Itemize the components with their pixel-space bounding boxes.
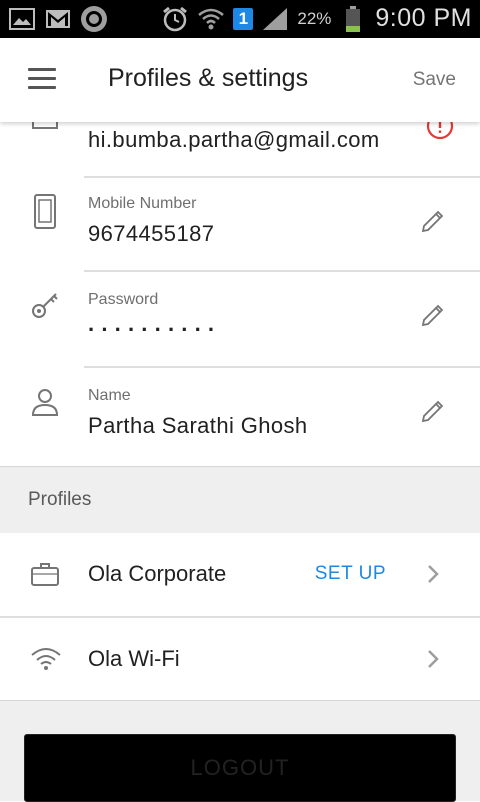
mobile-value: 9674455187 — [88, 221, 215, 246]
battery-icon — [339, 5, 367, 33]
chevron-right-icon — [426, 563, 440, 585]
phone-icon — [30, 194, 60, 229]
edit-name-icon[interactable] — [420, 398, 446, 424]
save-button[interactable]: Save — [413, 69, 456, 91]
edit-mobile-icon[interactable] — [420, 208, 446, 234]
gallery-icon — [8, 5, 36, 33]
name-row[interactable]: Name Partha Sarathi Ghosh — [0, 368, 480, 464]
app-bar: Profiles & settings Save — [0, 38, 480, 122]
setup-button[interactable]: SET UP — [315, 563, 386, 585]
password-row[interactable]: Password ·········· — [0, 272, 480, 366]
email-value: hi.bumba.partha@gmail.com — [88, 127, 380, 152]
status-time: 9:00 PM — [375, 4, 472, 32]
profiles-section-header: Profiles — [0, 466, 480, 534]
signal-icon — [261, 5, 289, 33]
gmail-icon — [44, 5, 72, 33]
alarm-icon — [161, 5, 189, 33]
notification-badge: 1 — [233, 7, 254, 30]
wifi-icon — [30, 646, 61, 674]
name-label: Name — [88, 387, 131, 404]
logout-button[interactable]: LOGOUT — [24, 734, 456, 802]
name-value: Partha Sarathi Ghosh — [88, 413, 308, 438]
wifi-status-icon — [197, 5, 225, 33]
profile-item-ola-wifi[interactable]: Ola Wi-Fi — [0, 618, 480, 701]
profile-item-ola-corporate[interactable]: Ola Corporate SET UP — [0, 533, 480, 616]
battery-percent: 22% — [297, 8, 332, 28]
password-value: ·········· — [88, 317, 222, 342]
key-icon — [30, 290, 60, 320]
password-label: Password — [88, 291, 159, 308]
app-circle-icon — [80, 5, 108, 33]
page-title: Profiles & settings — [108, 64, 309, 92]
menu-icon[interactable] — [28, 68, 56, 92]
profiles-header-label: Profiles — [28, 489, 92, 510]
person-icon — [30, 388, 60, 418]
chevron-right-icon — [426, 648, 440, 670]
status-bar: 1 22% 9:00 PM — [0, 0, 480, 38]
profile-item-label: Ola Corporate — [88, 561, 227, 586]
profile-item-label: Ola Wi-Fi — [88, 646, 180, 671]
mobile-row[interactable]: Mobile Number 9674455187 — [0, 178, 480, 270]
edit-password-icon[interactable] — [420, 302, 446, 328]
mobile-label: Mobile Number — [88, 195, 197, 212]
briefcase-icon — [30, 561, 60, 589]
